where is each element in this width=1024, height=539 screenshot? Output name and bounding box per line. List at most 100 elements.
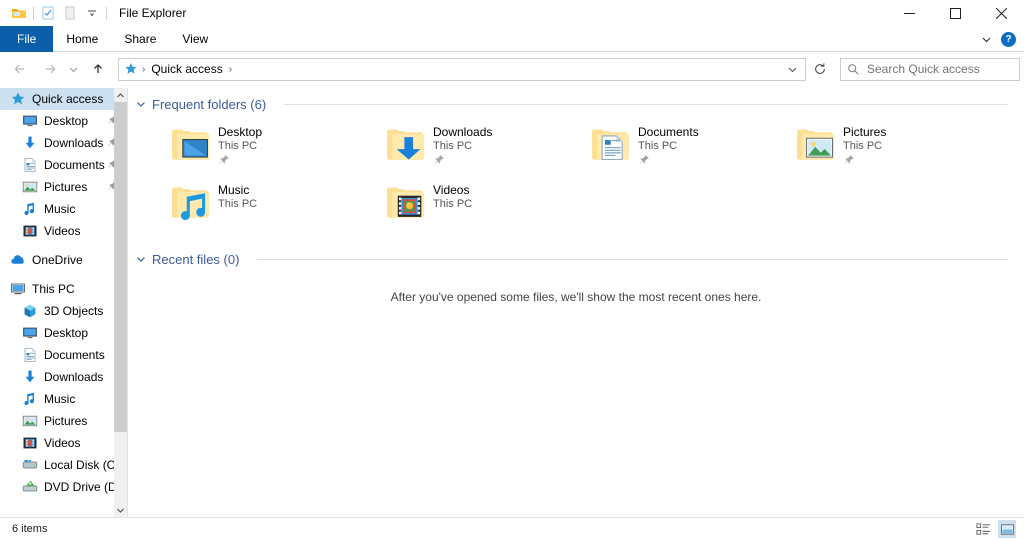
- sidebar-item-onedrive[interactable]: OneDrive: [0, 249, 127, 271]
- pictures-icon: [22, 413, 38, 429]
- pictures-icon: [22, 179, 38, 195]
- chevron-down-icon[interactable]: [136, 254, 146, 264]
- folder-tile[interactable]: Pictures This PC: [793, 123, 993, 171]
- hard-drive-icon: [22, 457, 38, 473]
- tab-home[interactable]: Home: [53, 26, 111, 52]
- search-box[interactable]: [840, 57, 1020, 81]
- nav-group-gap: [0, 271, 127, 278]
- music-icon: [22, 391, 38, 407]
- navigation-list: Quick access Desktop Downloads Documents Pic…: [0, 88, 127, 498]
- recent-locations-button[interactable]: [64, 57, 82, 81]
- pin-icon[interactable]: [218, 154, 230, 166]
- view-mode-buttons: [974, 518, 1016, 539]
- window-title: File Explorer: [119, 6, 187, 20]
- folder-tile[interactable]: Desktop This PC: [168, 123, 368, 171]
- sidebar-item-dvd-drive-d-e[interactable]: DVD Drive (D:) E: [0, 476, 127, 498]
- refresh-button[interactable]: [807, 58, 832, 81]
- close-button[interactable]: [978, 0, 1024, 26]
- folder-icon[interactable]: [8, 2, 30, 24]
- main-body: Quick access Desktop Downloads Documents Pic…: [0, 88, 1024, 517]
- folder-tile-name: Desktop: [218, 125, 263, 139]
- folder-tile[interactable]: Music This PC: [168, 181, 368, 229]
- tab-file[interactable]: File: [0, 26, 54, 52]
- pin-icon[interactable]: [638, 154, 650, 166]
- large-icons-view-button[interactable]: [998, 520, 1016, 538]
- folder-tile[interactable]: Videos This PC: [383, 181, 583, 229]
- folder-tile-meta: Downloads This PC: [433, 123, 492, 166]
- navigation-scrollbar[interactable]: [114, 88, 127, 517]
- up-button[interactable]: [86, 57, 110, 81]
- sidebar-item-desktop[interactable]: Desktop: [0, 322, 127, 344]
- sidebar-item-downloads[interactable]: Downloads: [0, 132, 127, 154]
- folder-pictures-icon: [793, 123, 839, 165]
- sidebar-item-videos[interactable]: Videos: [0, 220, 127, 242]
- folder-tile[interactable]: Documents This PC: [588, 123, 788, 171]
- sidebar-item-videos[interactable]: Videos: [0, 432, 127, 454]
- sidebar-item-documents[interactable]: Documents: [0, 154, 127, 176]
- sidebar-item-downloads[interactable]: Downloads: [0, 366, 127, 388]
- sidebar-item-quick-access[interactable]: Quick access: [0, 88, 127, 110]
- scrollbar-thumb[interactable]: [114, 102, 127, 432]
- back-button[interactable]: [8, 57, 32, 81]
- folder-tile-meta: Documents This PC: [638, 123, 699, 166]
- sidebar-item-label: Documents: [44, 158, 105, 172]
- group-header-recent-files[interactable]: Recent files (0): [128, 246, 1024, 272]
- sidebar-item-local-disk-c[interactable]: Local Disk (C:): [0, 454, 127, 476]
- sidebar-item-label: Downloads: [44, 370, 104, 384]
- window-controls: [886, 0, 1024, 26]
- ribbon-tab-bar: File Home Share View ?: [0, 26, 1024, 52]
- customize-dropdown-icon[interactable]: [81, 2, 103, 24]
- breadcrumb-quick-access[interactable]: Quick access: [149, 62, 224, 76]
- folder-tile-name: Pictures: [843, 125, 887, 139]
- documents-icon: [22, 157, 38, 173]
- folder-tile[interactable]: Downloads This PC: [383, 123, 583, 171]
- folder-tile-location: This PC: [433, 140, 473, 152]
- tab-view[interactable]: View: [169, 26, 221, 52]
- minimize-button[interactable]: [886, 0, 932, 26]
- folder-tile-meta: Videos This PC: [433, 181, 472, 211]
- nav-group-gap: [0, 242, 127, 249]
- forward-button[interactable]: [38, 57, 62, 81]
- properties-icon[interactable]: [37, 2, 59, 24]
- folder-tile-name: Downloads: [433, 125, 493, 139]
- address-dropdown-icon[interactable]: [783, 59, 801, 80]
- sidebar-item-pictures[interactable]: Pictures: [0, 176, 127, 198]
- search-icon: [847, 63, 860, 76]
- status-bar: 6 items: [0, 517, 1024, 539]
- sidebar-item-3d-objects[interactable]: 3D Objects: [0, 300, 127, 322]
- address-bar: › Quick access ›: [0, 52, 1024, 86]
- sidebar-item-desktop[interactable]: Desktop: [0, 110, 127, 132]
- search-input[interactable]: [867, 62, 1007, 76]
- breadcrumb-separator-1[interactable]: ›: [225, 64, 236, 75]
- group-header-frequent-folders[interactable]: Frequent folders (6): [128, 91, 1024, 117]
- address-path-field[interactable]: › Quick access ›: [118, 57, 806, 81]
- this-pc-icon: [10, 281, 26, 297]
- folder-videos-icon: [383, 181, 429, 223]
- sidebar-item-pictures[interactable]: Pictures: [0, 410, 127, 432]
- folder-tile-location: This PC: [218, 140, 258, 152]
- pin-icon[interactable]: [843, 154, 855, 166]
- toolbar-separator-2: [106, 6, 107, 20]
- sidebar-item-label: Local Disk (C:): [44, 458, 123, 472]
- group-divider: [284, 103, 1008, 105]
- maximize-button[interactable]: [932, 0, 978, 26]
- sidebar-item-music[interactable]: Music: [0, 198, 127, 220]
- folder-tile-location: This PC: [433, 198, 473, 210]
- folder-tile-location: This PC: [843, 140, 883, 152]
- new-folder-icon[interactable]: [59, 2, 81, 24]
- pin-icon[interactable]: [433, 154, 445, 166]
- chevron-down-icon[interactable]: [977, 30, 995, 48]
- sidebar-item-documents[interactable]: Documents: [0, 344, 127, 366]
- help-icon[interactable]: ?: [1001, 31, 1016, 47]
- sidebar-item-music[interactable]: Music: [0, 388, 127, 410]
- ribbon-right-controls: ?: [977, 26, 1020, 52]
- chevron-down-icon[interactable]: [136, 99, 146, 109]
- scroll-up-arrow-icon[interactable]: [114, 88, 127, 102]
- sidebar-item-label: Videos: [44, 436, 81, 450]
- tab-share[interactable]: Share: [111, 26, 169, 52]
- sidebar-item-this-pc[interactable]: This PC: [0, 278, 127, 300]
- scroll-down-arrow-icon[interactable]: [114, 503, 127, 517]
- folder-tile-location: This PC: [218, 198, 258, 210]
- details-view-button[interactable]: [974, 520, 992, 538]
- star-pin-icon: [10, 91, 26, 107]
